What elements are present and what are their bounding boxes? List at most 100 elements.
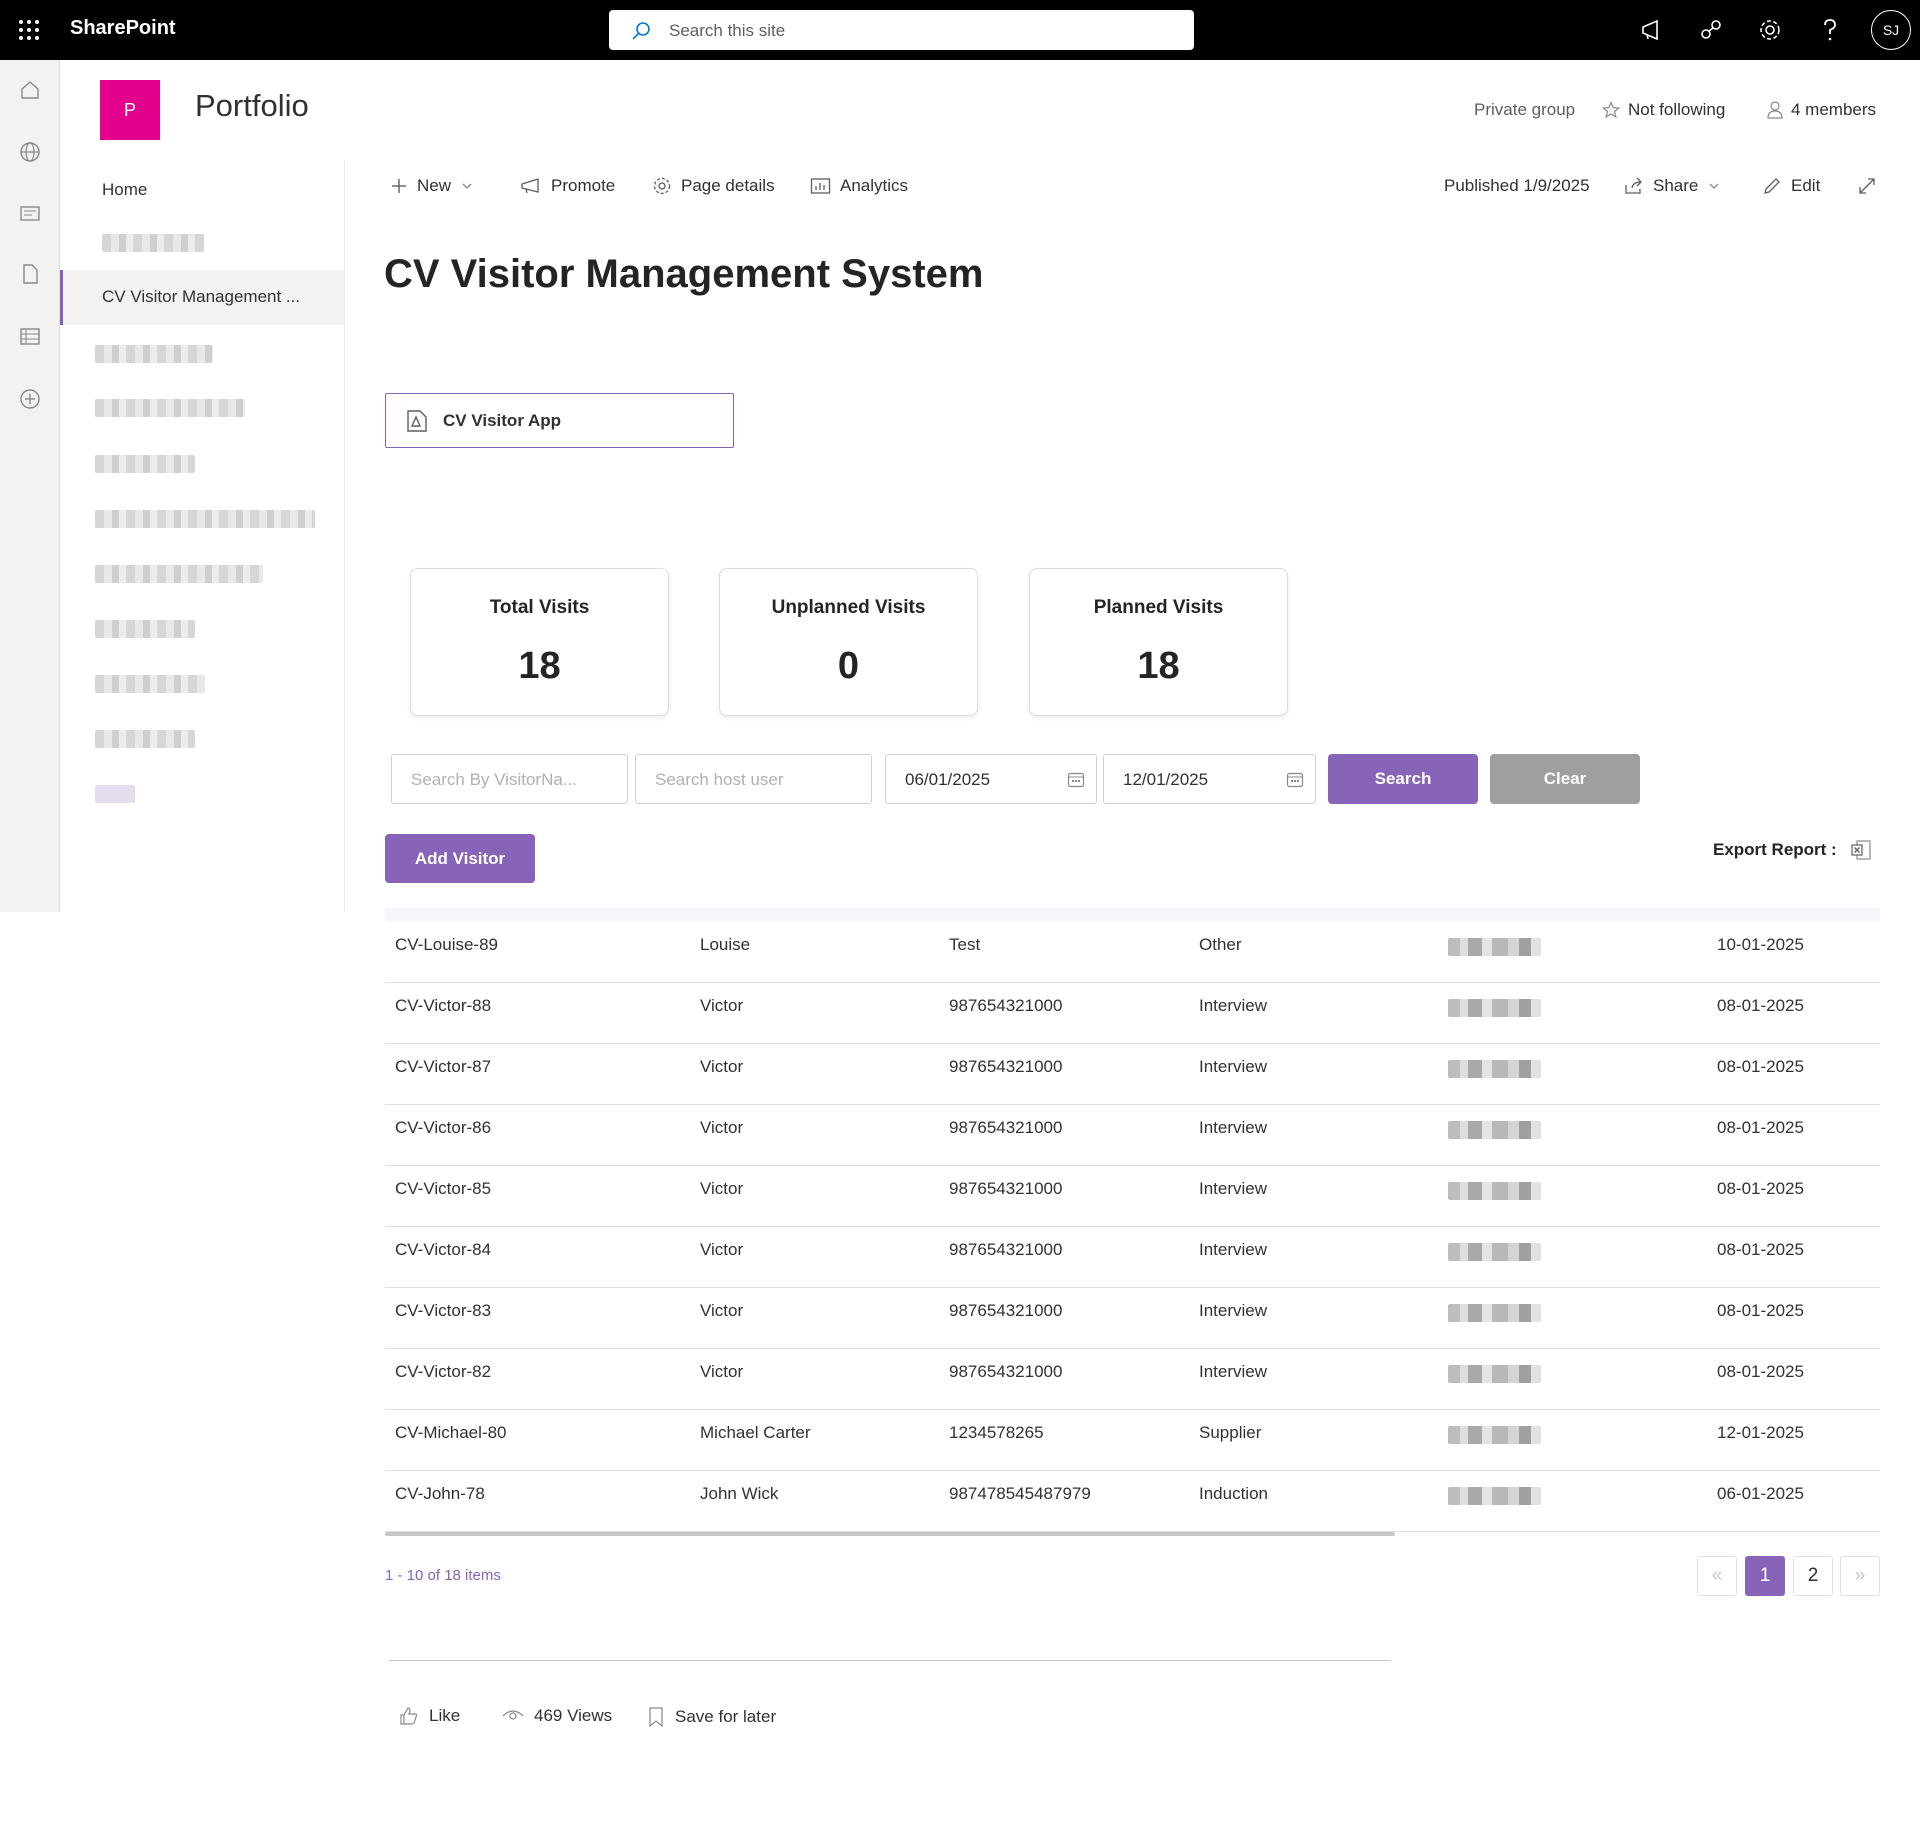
share-button[interactable]: Share bbox=[1624, 176, 1721, 196]
visitor-table: CV-Louise-89 Louise Test Other 10-01-2025 CV… bbox=[385, 922, 1880, 1532]
visitor-search-placeholder: Search By VisitorNa... bbox=[411, 770, 577, 789]
cv-visitor-app-button[interactable]: CV Visitor App bbox=[385, 393, 734, 448]
table-row[interactable]: CV-Victor-88 Victor 987654321000 Interview 0… bbox=[385, 983, 1880, 1044]
gear-icon[interactable] bbox=[1756, 16, 1784, 44]
page-1-button[interactable]: 1 bbox=[1745, 1556, 1785, 1596]
excel-icon[interactable] bbox=[1849, 838, 1873, 862]
follow-button[interactable]: Not following bbox=[1602, 100, 1725, 120]
nav-item-redacted[interactable] bbox=[95, 345, 213, 363]
nav-item-redacted[interactable] bbox=[95, 399, 245, 417]
page-2-button[interactable]: 2 bbox=[1793, 1556, 1833, 1596]
waffle-icon[interactable] bbox=[17, 18, 41, 42]
visitor-search-input[interactable]: Search By VisitorNa... bbox=[391, 754, 628, 804]
visitor-phone: Test bbox=[949, 935, 981, 954]
visitor-name: Michael Carter bbox=[700, 1423, 811, 1442]
visit-date: 12-01-2025 bbox=[1717, 1423, 1804, 1442]
visit-date: 06-01-2025 bbox=[1717, 1484, 1804, 1503]
share-icon bbox=[1625, 177, 1642, 194]
from-date-picker[interactable]: 06/01/2025 bbox=[885, 754, 1097, 804]
add-visitor-button[interactable]: Add Visitor bbox=[385, 834, 535, 883]
visitor-name: Louise bbox=[700, 935, 751, 954]
table-row[interactable]: CV-Victor-84 Victor 987654321000 Interview 0… bbox=[385, 1227, 1880, 1288]
analytics-button[interactable]: Analytics bbox=[810, 176, 908, 196]
table-header bbox=[385, 908, 1880, 922]
first-page-button[interactable]: « bbox=[1697, 1556, 1737, 1596]
suite-header: SharePoint Search this site SJ bbox=[0, 0, 1920, 60]
news-icon[interactable] bbox=[18, 201, 42, 225]
visitor-purpose: Interview bbox=[1199, 1118, 1268, 1137]
visit-date: 08-01-2025 bbox=[1717, 1057, 1804, 1076]
table-row[interactable]: CV-Victor-86 Victor 987654321000 Interview 0… bbox=[385, 1105, 1880, 1166]
edit-button[interactable]: Edit bbox=[1762, 176, 1820, 196]
page-details-button[interactable]: Page details bbox=[652, 176, 775, 196]
export-report-label: Export Report : bbox=[1713, 840, 1837, 859]
table-row[interactable]: CV-John-78 John Wick 987478545487979 Induct… bbox=[385, 1471, 1880, 1532]
visitor-phone: 987654321000 bbox=[949, 1240, 1063, 1259]
calendar-icon[interactable] bbox=[1286, 771, 1304, 789]
views-count: 469 Views bbox=[502, 1706, 612, 1726]
new-button[interactable]: New bbox=[390, 176, 474, 196]
save-for-later-button[interactable]: Save for later bbox=[647, 1706, 776, 1728]
calendar-icon[interactable] bbox=[1067, 771, 1085, 789]
visitor-phone: 987654321000 bbox=[949, 1301, 1063, 1320]
visitor-name: Victor bbox=[700, 996, 744, 1015]
nav-item-redacted[interactable] bbox=[95, 455, 195, 473]
members-button[interactable]: 4 members bbox=[1767, 100, 1876, 120]
visit-date: 08-01-2025 bbox=[1717, 1301, 1804, 1320]
megaphone-icon[interactable] bbox=[1637, 16, 1665, 44]
host-search-placeholder: Search host user bbox=[655, 770, 784, 789]
add-circle-icon[interactable] bbox=[18, 387, 42, 411]
visitor-id: CV-Victor-85 bbox=[395, 1179, 492, 1198]
visitor-name: Victor bbox=[700, 1179, 744, 1198]
nav-item-home[interactable]: Home bbox=[102, 180, 147, 200]
nav-item-redacted[interactable] bbox=[102, 234, 204, 252]
site-name[interactable]: Portfolio bbox=[195, 88, 309, 124]
visitor-id: CV-Victor-82 bbox=[395, 1362, 492, 1381]
expand-button[interactable] bbox=[1857, 176, 1877, 196]
table-row[interactable]: CV-Michael-80 Michael Carter 1234578265 Sup… bbox=[385, 1410, 1880, 1471]
visitor-name: Victor bbox=[700, 1301, 744, 1320]
nav-item-cv-visitor[interactable]: CV Visitor Management ... bbox=[60, 270, 344, 325]
table-row[interactable]: CV-Victor-83 Victor 987654321000 Interview 0… bbox=[385, 1288, 1880, 1349]
clear-button[interactable]: Clear bbox=[1490, 754, 1640, 804]
table-row[interactable]: CV-Victor-82 Victor 987654321000 Interview 0… bbox=[385, 1349, 1880, 1410]
visitor-phone: 987654321000 bbox=[949, 1179, 1063, 1198]
redacted-host bbox=[1448, 1243, 1541, 1261]
document-icon[interactable] bbox=[18, 262, 42, 286]
redacted-host bbox=[1448, 1060, 1541, 1078]
visitor-purpose: Interview bbox=[1199, 1179, 1268, 1198]
site-search-box[interactable]: Search this site bbox=[609, 10, 1194, 50]
promote-button[interactable]: Promote bbox=[520, 176, 615, 196]
to-date-picker[interactable]: 12/01/2025 bbox=[1103, 754, 1316, 804]
horizontal-scrollbar[interactable] bbox=[385, 1532, 1395, 1536]
help-icon[interactable] bbox=[1816, 16, 1844, 44]
table-row[interactable]: CV-Victor-87 Victor 987654321000 Interview 0… bbox=[385, 1044, 1880, 1105]
visit-date: 08-01-2025 bbox=[1717, 1179, 1804, 1198]
globe-icon[interactable] bbox=[18, 140, 42, 164]
like-button[interactable]: Like bbox=[399, 1706, 460, 1726]
nav-item-redacted[interactable] bbox=[95, 510, 315, 528]
list-icon[interactable] bbox=[18, 324, 42, 348]
nav-item-redacted[interactable] bbox=[95, 675, 205, 693]
home-icon[interactable] bbox=[18, 78, 42, 102]
members-label: 4 members bbox=[1791, 100, 1877, 119]
table-row[interactable]: CV-Louise-89 Louise Test Other 10-01-2025 bbox=[385, 922, 1880, 983]
nav-item-redacted[interactable] bbox=[95, 565, 263, 583]
pencil-icon bbox=[1764, 178, 1780, 194]
site-logo[interactable]: P bbox=[100, 80, 160, 140]
chevron-down-icon bbox=[1709, 183, 1719, 189]
last-page-button[interactable]: » bbox=[1840, 1556, 1880, 1596]
app-name[interactable]: SharePoint bbox=[70, 17, 176, 40]
from-date-value: 06/01/2025 bbox=[905, 770, 991, 789]
share-network-icon[interactable] bbox=[1697, 16, 1725, 44]
nav-item-redacted[interactable] bbox=[95, 620, 195, 638]
search-button[interactable]: Search bbox=[1328, 754, 1478, 804]
table-row[interactable]: CV-Victor-85 Victor 987654321000 Interview 0… bbox=[385, 1166, 1880, 1227]
avatar[interactable]: SJ bbox=[1871, 10, 1911, 50]
star-icon bbox=[1602, 101, 1620, 119]
nav-item-redacted[interactable] bbox=[95, 730, 195, 748]
visitor-id: CV-Victor-87 bbox=[395, 1057, 492, 1076]
nav-item-redacted[interactable] bbox=[95, 785, 135, 803]
host-search-input[interactable]: Search host user bbox=[635, 754, 872, 804]
app-bar bbox=[0, 60, 60, 912]
